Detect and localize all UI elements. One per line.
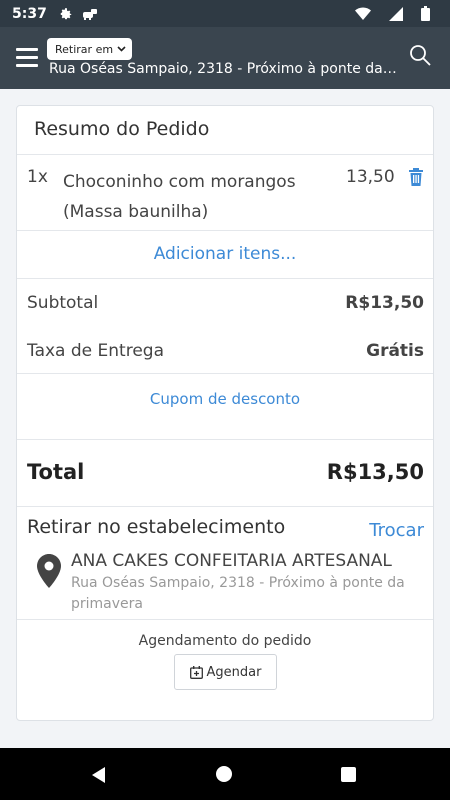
delivery-fee-value: Grátis (366, 341, 424, 361)
header-address[interactable]: Rua Oséas Sampaio, 2318 - Próximo à pont… (49, 61, 401, 77)
wifi-icon (355, 6, 371, 21)
divider (17, 506, 433, 507)
divider (17, 373, 433, 374)
store-name: ANA CAKES CONFEITARIA ARTESANAL (71, 551, 392, 571)
location-pin-icon (37, 554, 61, 588)
subtotal-label: Subtotal (27, 293, 99, 313)
search-icon[interactable] (408, 43, 432, 67)
item-name-line1: Choconinho com morangos (63, 172, 296, 192)
schedule-button-label: Agendar (206, 664, 262, 680)
divider (17, 278, 433, 279)
divider (17, 230, 433, 231)
item-price: 13,50 (346, 167, 395, 187)
divider (17, 154, 433, 155)
total-label: Total (27, 460, 85, 484)
delivery-mode-dropdown[interactable]: Retirar em (47, 38, 133, 60)
change-store-link[interactable]: Trocar (369, 520, 424, 541)
total-value: R$13,50 (326, 460, 424, 484)
recent-apps-icon[interactable] (341, 767, 356, 782)
divider (17, 619, 433, 620)
store-address: Rua Oséas Sampaio, 2318 - Próximo à pont… (71, 575, 405, 612)
status-time: 5:37 (12, 5, 47, 22)
app-bar: Retirar em Rua Oséas Sampaio, 2318 - Pró… (0, 27, 450, 89)
item-name: Choconinho com morangos (Massa baunilha) (63, 167, 303, 227)
pickup-title: Retirar no estabelecimento (27, 516, 286, 538)
settings-icon (59, 7, 73, 21)
chevron-down-icon (117, 46, 126, 52)
home-icon[interactable] (216, 766, 232, 782)
back-icon[interactable] (90, 766, 108, 784)
item-quantity: 1x (27, 167, 48, 187)
menu-icon[interactable] (16, 45, 38, 69)
add-items-link[interactable]: Adicionar itens... (17, 244, 433, 264)
trash-icon[interactable] (408, 168, 424, 186)
coupon-link[interactable]: Cupom de desconto (17, 390, 433, 408)
status-bar: 5:37 (0, 0, 450, 27)
subtotal-value: R$13,50 (345, 293, 424, 313)
delivery-mode-label: Retirar em (55, 42, 114, 56)
item-name-line2: (Massa baunilha) (63, 202, 209, 222)
calendar-plus-icon (189, 665, 203, 679)
order-summary-card: Resumo do Pedido 1x Choconinho com moran… (16, 105, 434, 721)
divider (17, 439, 433, 440)
delivery-fee-label: Taxa de Entrega (27, 341, 164, 361)
scheduling-title: Agendamento do pedido (138, 633, 312, 649)
dino-icon (81, 8, 99, 20)
schedule-button[interactable]: Agendar (174, 654, 277, 690)
system-nav-bar (0, 748, 450, 800)
order-summary-title: Resumo do Pedido (34, 118, 210, 140)
signal-icon (389, 6, 403, 21)
battery-icon (421, 6, 430, 21)
